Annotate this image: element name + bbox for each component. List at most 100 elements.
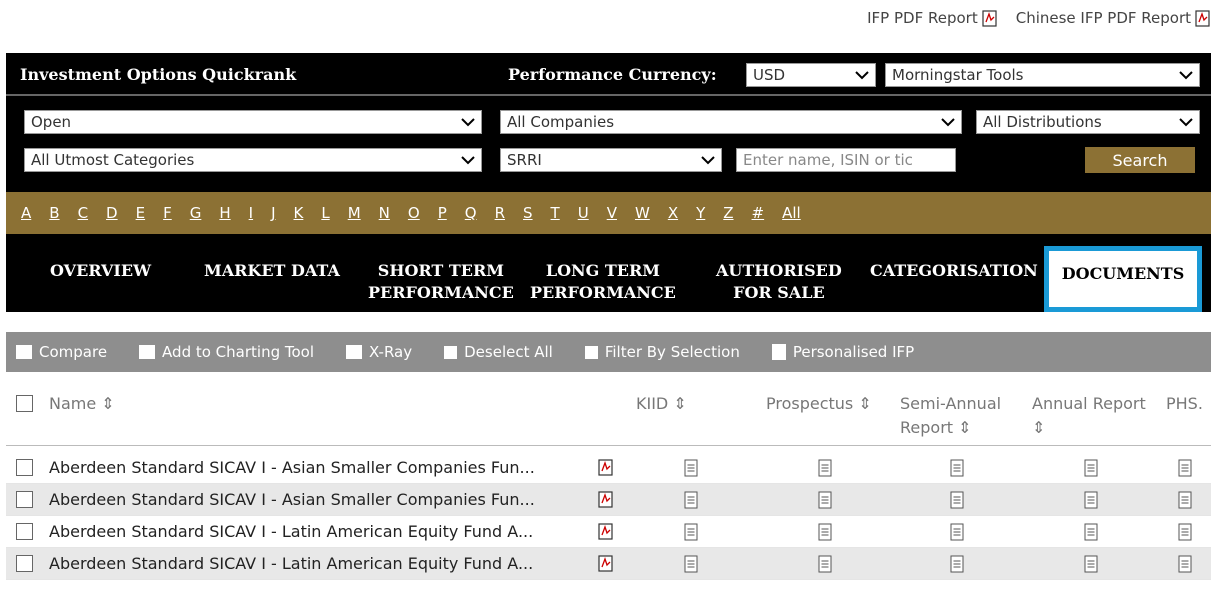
- alpha-link-k[interactable]: K: [294, 204, 304, 222]
- alpha-link-f[interactable]: F: [163, 204, 172, 222]
- alpha-link-b[interactable]: B: [49, 204, 59, 222]
- search-input[interactable]: Enter name, ISIN or tic: [736, 148, 956, 172]
- kiid-document-icon[interactable]: [684, 491, 698, 509]
- column-header-line: Report ⇕: [900, 418, 972, 437]
- prospectus-document-icon[interactable]: [818, 523, 832, 541]
- personalised-ifp-button[interactable]: Personalised IFP: [771, 343, 915, 361]
- column-header-name[interactable]: Name ⇕: [49, 392, 115, 416]
- alpha-link-c[interactable]: C: [78, 204, 88, 222]
- chinese-ifp-pdf-report-label: Chinese IFP PDF Report: [1015, 9, 1191, 27]
- distributions-select[interactable]: All Distributions: [976, 110, 1200, 134]
- filter-by-selection-button[interactable]: Filter By Selection: [584, 343, 740, 361]
- pdf-icon[interactable]: [598, 555, 614, 572]
- currency-select[interactable]: USD: [746, 63, 876, 87]
- column-header-prospectus[interactable]: Prospectus ⇕: [766, 392, 872, 416]
- morningstar-tools-select[interactable]: Morningstar Tools: [885, 63, 1200, 87]
- semi-annual-document-icon[interactable]: [950, 491, 964, 509]
- select-all-checkbox[interactable]: [16, 395, 33, 412]
- tab-categorisation[interactable]: CATEGORISATION: [870, 260, 1040, 282]
- deselect-all-button[interactable]: Deselect All: [444, 343, 553, 361]
- companies-select[interactable]: All Companies: [500, 110, 962, 134]
- alpha-link-g[interactable]: G: [190, 204, 202, 222]
- pdf-icon[interactable]: [598, 491, 614, 508]
- alpha-link-r[interactable]: R: [495, 204, 505, 222]
- tab-documents[interactable]: DOCUMENTS: [1044, 246, 1202, 312]
- alpha-link-l[interactable]: L: [321, 204, 329, 222]
- alpha-link-a[interactable]: A: [21, 204, 31, 222]
- tab-market-data[interactable]: MARKET DATA: [204, 260, 340, 282]
- phs-document-icon[interactable]: [1178, 555, 1192, 573]
- alpha-link-j[interactable]: J: [271, 204, 275, 222]
- row-checkbox[interactable]: [16, 491, 33, 508]
- fund-name[interactable]: Aberdeen Standard SICAV I - Latin Americ…: [49, 522, 533, 541]
- semi-annual-document-icon[interactable]: [950, 523, 964, 541]
- alpha-link-h[interactable]: H: [219, 204, 230, 222]
- status-select[interactable]: Open: [24, 110, 482, 134]
- alpha-link-i[interactable]: I: [249, 204, 253, 222]
- alpha-link-t[interactable]: T: [551, 204, 560, 222]
- alpha-link-all[interactable]: All: [782, 204, 801, 222]
- alpha-link-u[interactable]: U: [578, 204, 589, 222]
- pdf-icon[interactable]: [598, 523, 614, 540]
- column-header-annual-report[interactable]: Annual Report ⇕: [1032, 392, 1146, 440]
- tab-authorised-for-sale[interactable]: AUTHORISED FOR SALE: [716, 260, 842, 304]
- fund-name[interactable]: Aberdeen Standard SICAV I - Latin Americ…: [49, 554, 533, 573]
- alpha-link-d[interactable]: D: [106, 204, 118, 222]
- phs-document-icon[interactable]: [1178, 459, 1192, 477]
- row-checkbox[interactable]: [16, 459, 33, 476]
- search-button[interactable]: Search: [1085, 147, 1195, 173]
- row-checkbox[interactable]: [16, 555, 33, 572]
- annual-report-document-icon[interactable]: [1084, 523, 1098, 541]
- fund-name[interactable]: Aberdeen Standard SICAV I - Asian Smalle…: [49, 458, 535, 477]
- semi-annual-document-icon[interactable]: [950, 459, 964, 477]
- alpha-link-p[interactable]: P: [438, 204, 447, 222]
- column-header-kiid[interactable]: KIID ⇕: [636, 392, 687, 416]
- prospectus-document-icon[interactable]: [818, 555, 832, 573]
- alpha-link-e[interactable]: E: [136, 204, 145, 222]
- tab-short-term-performance[interactable]: SHORT TERM PERFORMANCE: [368, 260, 514, 304]
- status-select-value: Open: [31, 113, 72, 131]
- add-to-charting-tool-button[interactable]: Add to Charting Tool: [139, 343, 314, 361]
- tab-long-term-performance[interactable]: LONG TERM PERFORMANCE: [530, 260, 676, 304]
- pdf-icon[interactable]: [598, 459, 614, 476]
- compare-label: Compare: [39, 343, 108, 361]
- fund-name[interactable]: Aberdeen Standard SICAV I - Asian Smalle…: [49, 490, 535, 509]
- srri-select[interactable]: SRRI: [500, 148, 722, 172]
- kiid-document-icon[interactable]: [684, 523, 698, 541]
- semi-annual-document-icon[interactable]: [950, 555, 964, 573]
- column-header-line: Semi-Annual: [900, 394, 1002, 413]
- kiid-document-icon[interactable]: [684, 555, 698, 573]
- annual-report-document-icon[interactable]: [1084, 555, 1098, 573]
- prospectus-document-icon[interactable]: [818, 459, 832, 477]
- column-header-phs[interactable]: PHS.: [1166, 392, 1203, 416]
- compare-button[interactable]: Compare: [16, 343, 107, 361]
- prospectus-document-icon[interactable]: [818, 491, 832, 509]
- alpha-link-o[interactable]: O: [408, 204, 420, 222]
- annual-report-document-icon[interactable]: [1084, 459, 1098, 477]
- alpha-link-q[interactable]: Q: [465, 204, 477, 222]
- tab-label-line: LONG TERM: [545, 261, 660, 280]
- row-checkbox[interactable]: [16, 523, 33, 540]
- chinese-ifp-pdf-report-link[interactable]: Chinese IFP PDF Report: [1016, 9, 1211, 27]
- personalised-ifp-label: Personalised IFP: [792, 343, 915, 361]
- tab-overview[interactable]: OVERVIEW: [50, 260, 151, 282]
- column-header-semi-annual[interactable]: Semi-Annual Report ⇕: [900, 392, 1001, 440]
- alpha-link-x[interactable]: X: [668, 204, 678, 222]
- xray-button[interactable]: X-Ray: [346, 343, 412, 361]
- ifp-pdf-report-link[interactable]: IFP PDF Report: [867, 9, 998, 27]
- alpha-link-n[interactable]: N: [379, 204, 390, 222]
- alpha-link-hash[interactable]: #: [752, 204, 765, 222]
- alpha-link-z[interactable]: Z: [723, 204, 733, 222]
- alpha-link-s[interactable]: S: [523, 204, 533, 222]
- column-header-line: Annual Report: [1032, 394, 1146, 413]
- annual-report-document-icon[interactable]: [1084, 491, 1098, 509]
- alpha-link-v[interactable]: V: [607, 204, 617, 222]
- table-header: Name ⇕ KIID ⇕ Prospectus ⇕ Semi-Annual R…: [6, 388, 1211, 446]
- phs-document-icon[interactable]: [1178, 491, 1192, 509]
- alpha-link-m[interactable]: M: [348, 204, 361, 222]
- kiid-document-icon[interactable]: [684, 459, 698, 477]
- alpha-link-y[interactable]: Y: [696, 204, 705, 222]
- phs-document-icon[interactable]: [1178, 523, 1192, 541]
- categories-select[interactable]: All Utmost Categories: [24, 148, 482, 172]
- alpha-link-w[interactable]: W: [635, 204, 650, 222]
